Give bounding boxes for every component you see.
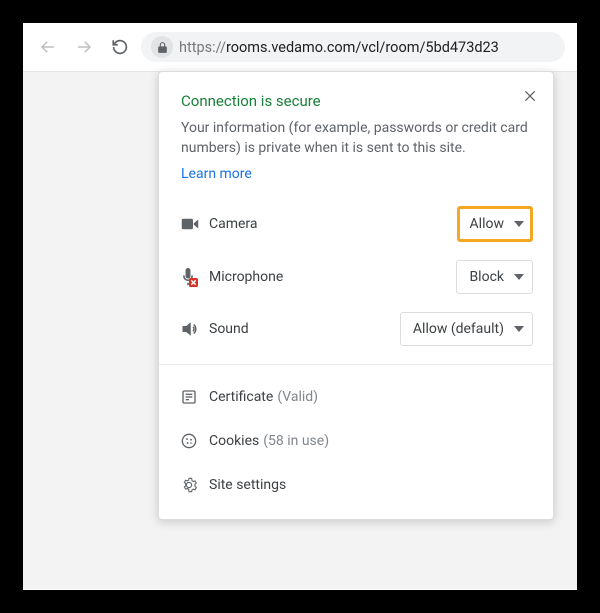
address-bar[interactable]: https://rooms.vedamo.com/vcl/room/5bd473…	[141, 32, 565, 62]
permission-microphone: Microphone Block	[181, 260, 533, 294]
permission-label: Camera	[209, 216, 457, 232]
cookie-icon	[181, 433, 209, 449]
site-settings-row[interactable]: Site settings	[181, 463, 533, 507]
chevron-down-icon	[514, 274, 524, 280]
divider	[159, 364, 553, 365]
site-info-popup: Connection is secure Your information (f…	[158, 71, 554, 520]
gear-icon	[181, 477, 209, 493]
permission-select[interactable]: Block	[456, 260, 533, 294]
cookies-status: (58 in use)	[263, 433, 329, 449]
certificate-row[interactable]: Certificate (Valid)	[181, 375, 533, 419]
certificate-status: (Valid)	[277, 389, 318, 405]
close-icon[interactable]	[519, 84, 541, 111]
reload-button[interactable]	[111, 38, 129, 56]
url-text: https://rooms.vedamo.com/vcl/room/5bd473…	[179, 39, 499, 56]
browser-window: https://rooms.vedamo.com/vcl/room/5bd473…	[23, 23, 577, 590]
permission-select[interactable]: Allow (default)	[400, 312, 533, 346]
permission-value: Block	[469, 269, 504, 285]
microphone-blocked-icon	[181, 268, 209, 286]
chevron-down-icon	[514, 221, 524, 227]
permission-value: Allow (default)	[413, 321, 504, 337]
site-info-list: Certificate (Valid) Cookies (58 in use)	[181, 375, 533, 507]
popup-title: Connection is secure	[181, 92, 533, 110]
permission-select[interactable]: Allow	[457, 206, 533, 242]
permission-label: Microphone	[209, 269, 456, 285]
permission-camera: Camera Allow	[181, 206, 533, 242]
browser-toolbar: https://rooms.vedamo.com/vcl/room/5bd473…	[23, 23, 577, 72]
page-content: Connection is secure Your information (f…	[23, 72, 577, 589]
permissions-list: Camera Allow Microphone Blo	[181, 206, 533, 346]
permission-label: Sound	[209, 321, 400, 337]
popup-description: Your information (for example, passwords…	[181, 118, 533, 159]
permission-value: Allow	[470, 216, 504, 232]
back-button[interactable]	[39, 38, 57, 56]
certificate-label: Certificate	[209, 389, 273, 405]
certificate-icon	[181, 389, 209, 405]
cookies-row[interactable]: Cookies (58 in use)	[181, 419, 533, 463]
forward-button[interactable]	[75, 38, 93, 56]
chevron-down-icon	[514, 326, 524, 332]
cookies-label: Cookies	[209, 433, 259, 449]
site-settings-label: Site settings	[209, 477, 286, 493]
learn-more-link[interactable]: Learn more	[181, 166, 252, 182]
camera-icon	[181, 217, 209, 231]
lock-icon[interactable]	[151, 36, 173, 58]
permission-sound: Sound Allow (default)	[181, 312, 533, 346]
sound-icon	[181, 321, 209, 337]
